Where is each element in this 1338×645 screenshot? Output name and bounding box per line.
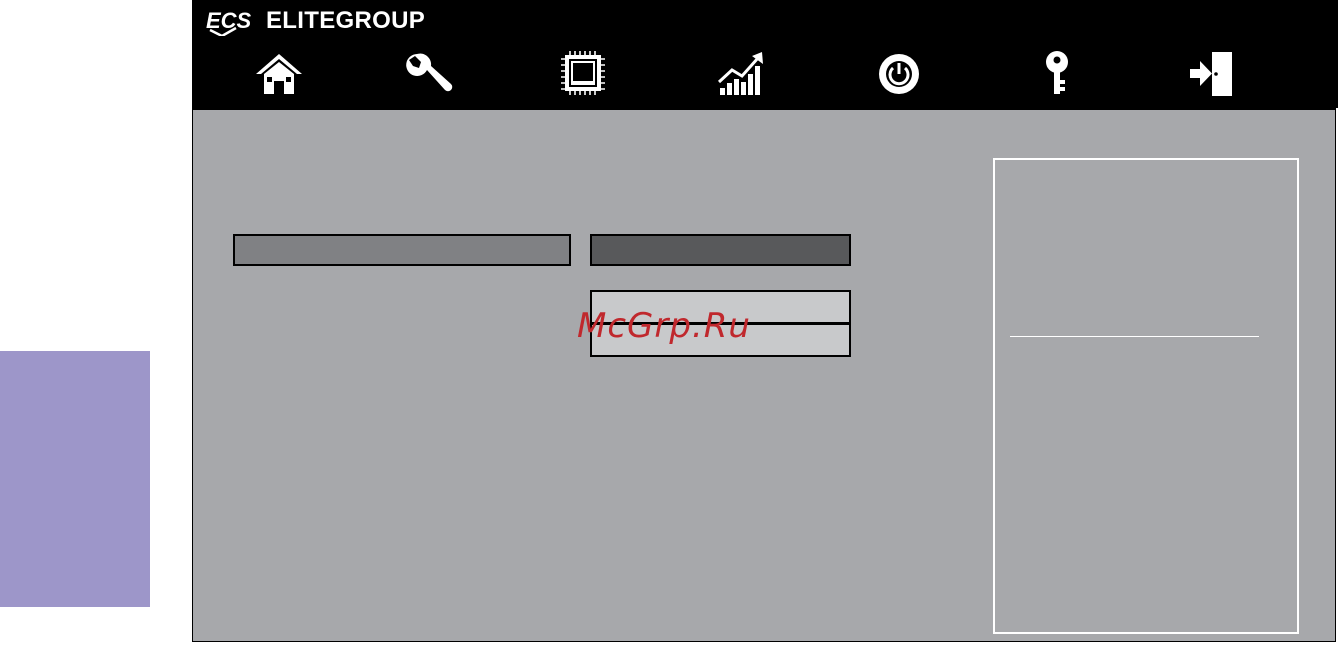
bios-header: ECS ELITEGROUP	[192, 0, 1338, 108]
brand-name: ELITEGROUP	[266, 7, 426, 34]
home-icon	[256, 54, 302, 94]
key-icon	[1046, 51, 1068, 94]
nav-boot[interactable]	[864, 44, 934, 102]
settings-panel: McGrp.Ru	[192, 108, 1336, 642]
nav-main[interactable]	[244, 44, 314, 102]
ecs-logo-icon: ECS	[206, 8, 252, 36]
nav-advanced[interactable]	[395, 44, 465, 102]
svg-text:ECS: ECS	[206, 8, 252, 33]
brand: ECS ELITEGROUP	[206, 6, 425, 36]
chart-icon	[717, 52, 763, 95]
exit-icon	[1190, 52, 1232, 96]
wrench-icon	[406, 53, 453, 92]
power-icon	[879, 54, 919, 94]
nav-chipset[interactable]	[548, 44, 618, 102]
side-tab	[0, 351, 150, 607]
options-dropdown	[590, 290, 851, 357]
chip-icon	[561, 51, 605, 95]
dropdown-option[interactable]	[592, 322, 849, 355]
help-panel	[993, 158, 1299, 634]
help-divider	[1010, 336, 1259, 337]
setting-label-box	[233, 234, 571, 266]
nav-security[interactable]	[1022, 44, 1092, 102]
nav-mi[interactable]	[706, 44, 776, 102]
setting-value-box[interactable]	[590, 234, 851, 266]
nav-bar	[192, 44, 1338, 102]
nav-exit[interactable]	[1176, 44, 1246, 102]
dropdown-option[interactable]	[592, 292, 849, 322]
